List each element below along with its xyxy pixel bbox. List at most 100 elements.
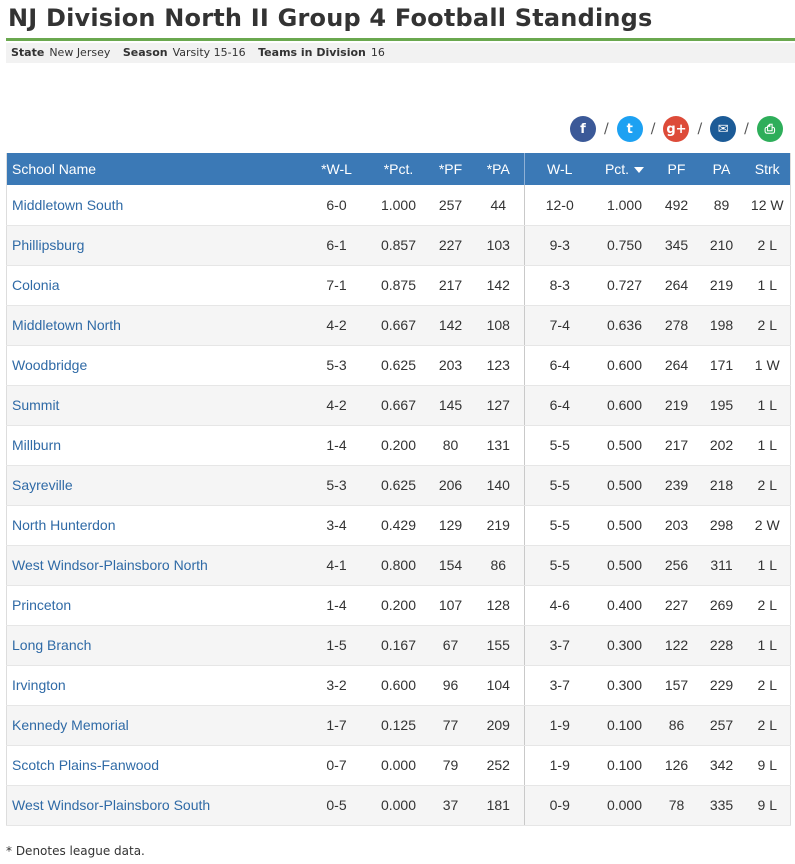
col-league-pa-cell: 108 [472, 305, 525, 346]
col-pf-header[interactable]: PF [655, 153, 699, 185]
col-pct-cell: 0.100 [594, 705, 655, 746]
col-pct-cell: 0.000 [594, 785, 655, 826]
school-link[interactable]: Middletown South [6, 185, 305, 226]
share-separator: / [604, 121, 609, 137]
col-wl-header[interactable]: W-L [525, 153, 595, 185]
col-league-wl-cell: 0-7 [304, 745, 369, 786]
col-wl-cell: 9-3 [524, 225, 595, 266]
season-value: Varsity 15-16 [172, 46, 246, 59]
col-league-pct-cell: 0.000 [368, 785, 429, 826]
table-row: Phillipsburg 6-1 0.857 227 103 9-3 0.750 345 210… [6, 225, 791, 266]
col-streak-cell: 12 W [744, 185, 791, 226]
table-row: Irvington 3-2 0.600 96 104 3-7 0.300 157 229 2 L [6, 665, 791, 706]
col-league-wl-cell: 5-3 [304, 465, 369, 506]
header-label: Strk [754, 161, 780, 177]
table-row: West Windsor-Plainsboro North 4-1 0.800 154… [6, 545, 791, 586]
school-link[interactable]: Sayreville [6, 465, 305, 506]
header-label: *PA [486, 161, 510, 177]
col-league-pct-cell: 0.167 [368, 625, 429, 666]
school-link[interactable]: West Windsor-Plainsboro North [6, 545, 305, 586]
table-row: Sayreville 5-3 0.625 206 140 5-5 0.500 239 218 2 … [6, 465, 791, 506]
col-league-pf-cell: 142 [428, 305, 473, 346]
school-link[interactable]: North Hunterdon [6, 505, 305, 546]
col-league-pf-header[interactable]: *PF [429, 153, 473, 185]
col-league-pa-cell: 209 [472, 705, 525, 746]
col-pa-header[interactable]: PA [699, 153, 745, 185]
col-wl-cell: 5-5 [524, 465, 595, 506]
school-link[interactable]: Summit [6, 385, 305, 426]
col-league-pa-cell: 103 [472, 225, 525, 266]
col-league-pf-cell: 203 [428, 345, 473, 386]
school-link[interactable]: Millburn [6, 425, 305, 466]
col-pf-cell: 227 [654, 585, 699, 626]
season-label: Season [122, 46, 168, 59]
col-league-pf-cell: 77 [428, 705, 473, 746]
table-header-row: School Name *W-L *Pct. *PF *PA W-L Pct. PF PA Str… [6, 153, 791, 185]
table-row: Scotch Plains-Fanwood 0-7 0.000 79 252 1-9 0.1… [6, 745, 791, 786]
school-link[interactable]: Kennedy Memorial [6, 705, 305, 746]
school-link[interactable]: Phillipsburg [6, 225, 305, 266]
table-row: Middletown North 4-2 0.667 142 108 7-4 0.636 27… [6, 305, 791, 346]
teams-label: Teams in Division [258, 46, 366, 59]
col-pct-header[interactable]: Pct. [595, 153, 655, 185]
col-league-pa-cell: 140 [472, 465, 525, 506]
email-icon[interactable]: ✉ [710, 116, 737, 142]
col-league-pa-cell: 127 [472, 385, 525, 426]
col-pf-cell: 256 [654, 545, 699, 586]
school-link[interactable]: Woodbridge [6, 345, 305, 386]
table-row: Princeton 1-4 0.200 107 128 4-6 0.400 227 269 2 L [6, 585, 791, 626]
facebook-icon[interactable]: f [570, 116, 596, 142]
col-wl-cell: 3-7 [524, 625, 595, 666]
col-league-pct-cell: 0.429 [368, 505, 429, 546]
col-wl-cell: 12-0 [524, 185, 595, 226]
col-wl-cell: 4-6 [524, 585, 595, 626]
google-plus-icon[interactable]: g+ [663, 116, 690, 142]
col-league-pct-cell: 1.000 [368, 185, 429, 226]
col-pa-cell: 219 [698, 265, 745, 306]
col-pa-cell: 342 [698, 745, 745, 786]
col-league-pa-cell: 181 [472, 785, 525, 826]
print-icon[interactable]: ⎙ [756, 116, 783, 142]
col-league-pct-cell: 0.000 [368, 745, 429, 786]
col-wl-cell: 8-3 [524, 265, 595, 306]
col-streak-cell: 1 L [744, 545, 791, 586]
school-link[interactable]: Princeton [6, 585, 305, 626]
col-pf-cell: 122 [654, 625, 699, 666]
school-link[interactable]: Long Branch [6, 625, 305, 666]
col-league-pct-cell: 0.625 [368, 345, 429, 386]
school-link[interactable]: Scotch Plains-Fanwood [6, 745, 305, 786]
col-pa-cell: 218 [698, 465, 745, 506]
twitter-icon[interactable]: t [616, 116, 643, 142]
col-league-pa-cell: 128 [472, 585, 525, 626]
col-pa-cell: 257 [698, 705, 745, 746]
col-league-pct-cell: 0.200 [368, 585, 429, 626]
school-link[interactable]: Colonia [6, 265, 305, 306]
col-school-name-header[interactable]: School Name [7, 153, 305, 185]
col-league-pf-cell: 79 [428, 745, 473, 786]
school-link[interactable]: West Windsor-Plainsboro South [6, 785, 305, 826]
col-pct-cell: 0.300 [594, 665, 655, 706]
col-streak-cell: 2 L [744, 305, 791, 346]
col-league-pa-cell: 44 [472, 185, 525, 226]
col-league-wl-cell: 1-7 [304, 705, 369, 746]
school-link[interactable]: Irvington [6, 665, 305, 706]
col-pa-cell: 171 [698, 345, 745, 386]
col-league-wl-cell: 6-0 [304, 185, 369, 226]
school-link[interactable]: Middletown North [6, 305, 305, 346]
state-label: State [11, 46, 45, 59]
col-pct-cell: 0.500 [594, 545, 655, 586]
col-pct-cell: 0.636 [594, 305, 655, 346]
table-row: Kennedy Memorial 1-7 0.125 77 209 1-9 0.100 86 2… [6, 705, 791, 746]
col-league-pct-cell: 0.857 [368, 225, 429, 266]
col-wl-cell: 7-4 [524, 305, 595, 346]
col-league-pct-header[interactable]: *Pct. [369, 153, 429, 185]
col-pct-cell: 0.300 [594, 625, 655, 666]
col-league-pa-cell: 142 [472, 265, 525, 306]
col-streak-header[interactable]: Strk [745, 153, 791, 185]
col-league-wl-header[interactable]: *W-L [305, 153, 369, 185]
col-league-wl-cell: 1-4 [304, 425, 369, 466]
col-streak-cell: 2 L [744, 705, 791, 746]
col-league-pa-header[interactable]: *PA [472, 153, 525, 185]
col-wl-cell: 0-9 [524, 785, 595, 826]
table-row: Colonia 7-1 0.875 217 142 8-3 0.727 264 219 1 L [6, 265, 791, 306]
